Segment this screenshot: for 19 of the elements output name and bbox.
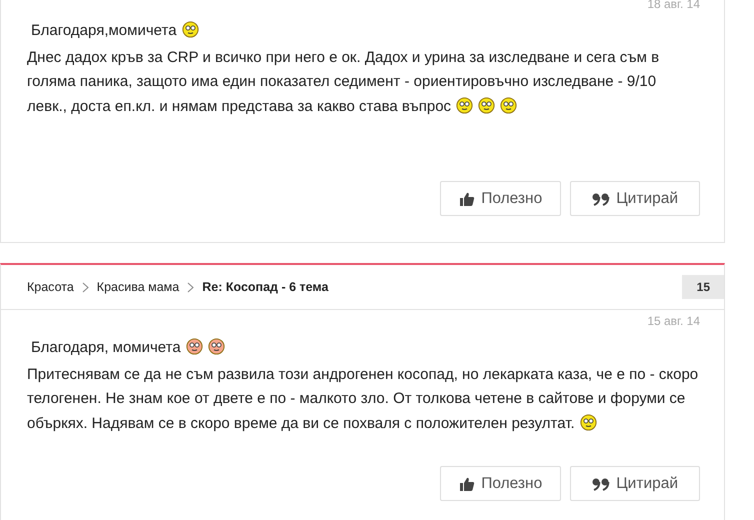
post-text: Притеснявам се да не съм развила този андрогенен косопад, но лекарката каза, че е по - скоро телогенен. Не знам кое от двете е по - малкото зло. От толкова четене в сайтове и форуми се объркях. Надявам се в скоро време да ви се похваля с положителен резултат.: [27, 364, 700, 434]
useful-button[interactable]: Полезно: [440, 466, 562, 501]
post-number: 15: [682, 275, 724, 299]
post-greeting: Благодаря,момичета: [27, 19, 700, 44]
quote-button[interactable]: Цитирай: [570, 181, 700, 216]
quote-icon: [592, 476, 610, 490]
breadcrumb-link[interactable]: Красива мама: [96, 280, 180, 294]
chevron-icon: [82, 282, 89, 292]
useful-button[interactable]: Полезно: [440, 181, 562, 216]
breadcrumb-link[interactable]: Re: Косопад - 6 тема: [202, 280, 328, 294]
thumbs-up-icon: [459, 476, 476, 492]
thumbs-up-icon: [459, 190, 476, 206]
chevron-icon: [187, 282, 194, 292]
post-greeting: Благодаря, момичета: [27, 336, 700, 360]
quote-icon: [592, 192, 610, 206]
quote-button[interactable]: Цитирай: [570, 466, 700, 501]
breadcrumb-link[interactable]: Красота: [27, 280, 74, 294]
post-text: Днес дадох кръв за CRP и всичко при него е ок. Дадох и урина за изследване и сега съм в голяма паника, защото има един показател седимент - ориентировъчно изследване - 9/10 левк., доста еп.кл. и нямам представа за какво става въпрос: [27, 48, 660, 116]
post-date: 15 авг. 14: [647, 314, 700, 328]
